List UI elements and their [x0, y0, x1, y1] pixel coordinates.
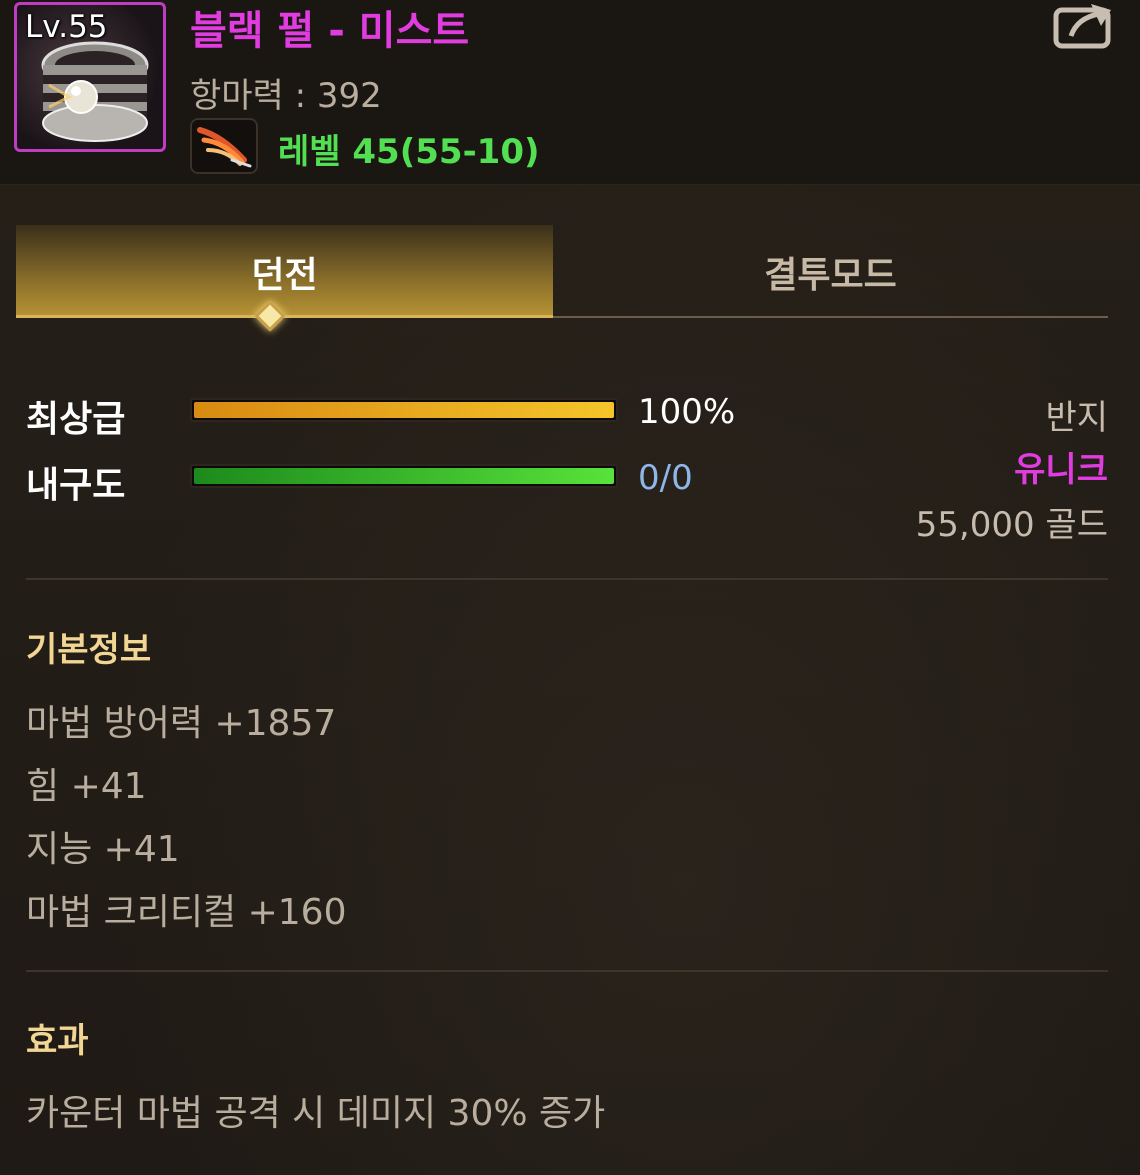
price: 55,000 골드 [915, 505, 1108, 545]
divider [26, 578, 1108, 580]
item-stat-line: 항마력 : 392 [190, 76, 382, 116]
divider [26, 970, 1108, 972]
durability-bar-fill [194, 468, 614, 484]
effect-line: 카운터 마법 공격 시 데미지 30% 증가 [26, 1093, 606, 1134]
rarity: 유니크 [1014, 450, 1108, 490]
mode-tabs: 던전 결투모드 [16, 225, 1108, 318]
basic-info-line: 마법 방어력 +1857 [26, 703, 337, 744]
basic-info-line: 지능 +41 [26, 829, 180, 870]
effect-title: 효과 [26, 1021, 89, 1061]
grade-value: 100% [638, 392, 736, 432]
basic-info-title: 기본정보 [26, 630, 152, 670]
share-icon[interactable] [1053, 0, 1115, 50]
item-tooltip-panel: Lv.55 블랙 펄 - 미스트 항마력 : 392 레벨 45(55-10) … [0, 0, 1140, 1175]
class-feather-icon [190, 118, 258, 174]
basic-info-line: 마법 크리티컬 +160 [26, 892, 347, 933]
item-icon-frame[interactable]: Lv.55 [14, 2, 166, 152]
item-header: Lv.55 블랙 펄 - 미스트 항마력 : 392 레벨 45(55-10) [0, 0, 1140, 185]
item-name: 블랙 펄 - 미스트 [190, 8, 470, 54]
durability-value: 0/0 [638, 458, 693, 498]
grade-bar-fill [194, 402, 614, 418]
pearl-ring-icon [41, 41, 149, 142]
tab-dungeon[interactable]: 던전 [16, 225, 553, 318]
grade-label: 최상급 [26, 399, 126, 440]
durability-bar [190, 464, 618, 488]
tab-duel-mode[interactable]: 결투모드 [553, 225, 1108, 318]
grade-bar [190, 398, 618, 422]
item-level-badge: Lv.55 [25, 9, 108, 45]
basic-info-line: 힘 +41 [26, 766, 147, 807]
level-requirement: 레벨 45(55-10) [278, 132, 540, 172]
item-type: 반지 [1045, 398, 1108, 438]
durability-label: 내구도 [26, 465, 126, 506]
